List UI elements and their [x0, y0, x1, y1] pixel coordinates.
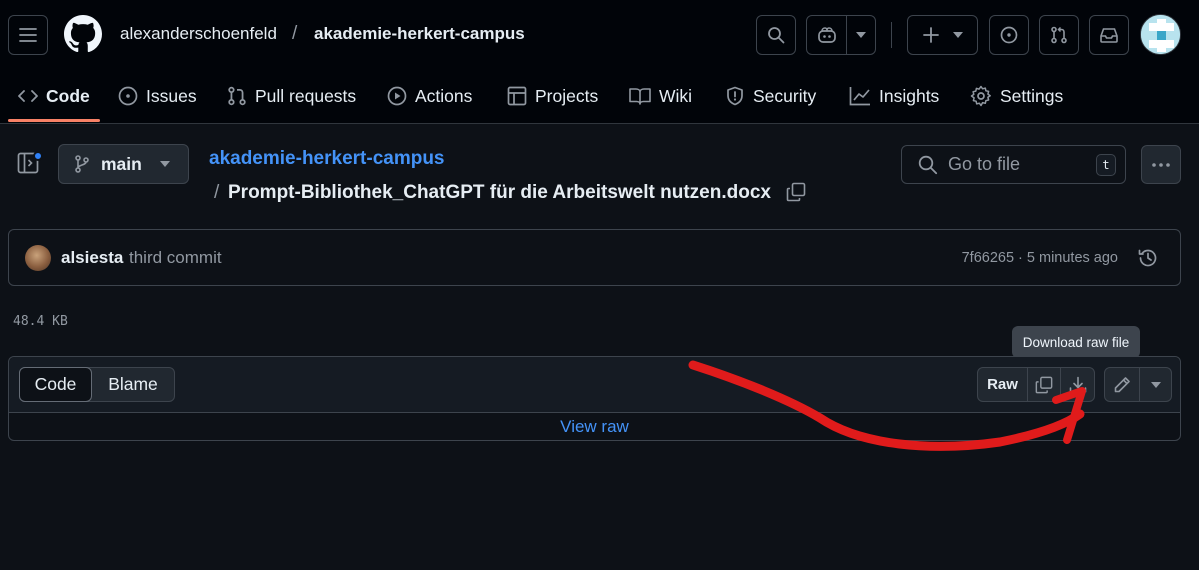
- pencil-icon: [1113, 376, 1131, 394]
- download-icon: [1069, 376, 1087, 394]
- git-pull-request-icon: [227, 86, 247, 106]
- commit-message-link[interactable]: third commit: [129, 248, 222, 268]
- raw-actions-group: Raw: [977, 367, 1095, 402]
- kebab-horizontal-icon: [1152, 162, 1170, 167]
- tab-code[interactable]: Code: [18, 70, 90, 122]
- git-pull-request-icon: [1050, 26, 1068, 44]
- tab-label: Actions: [415, 85, 473, 106]
- breadcrumb-separator: /: [292, 23, 298, 44]
- repo-name-link[interactable]: akademie-herkert-campus: [314, 24, 525, 44]
- download-raw-button[interactable]: [1061, 368, 1094, 401]
- file-name: Prompt-Bibliothek_ChatGPT für die Arbeit…: [228, 182, 771, 203]
- more-options-button[interactable]: [1141, 145, 1181, 184]
- edit-dropdown-button[interactable]: [1140, 368, 1171, 401]
- active-tab-indicator: [8, 119, 100, 122]
- file-viewer-toolbar: Code Blame Raw: [9, 357, 1180, 413]
- chevron-down-icon: [159, 161, 170, 167]
- table-icon: [507, 86, 527, 106]
- github-logo-icon[interactable]: [64, 15, 102, 53]
- search-button[interactable]: [756, 15, 796, 55]
- go-to-file-input[interactable]: [948, 154, 1088, 175]
- book-icon: [629, 87, 651, 105]
- commit-author-link[interactable]: alsiesta: [61, 248, 123, 268]
- branch-name: main: [101, 153, 142, 174]
- global-header: alexanderschoenfeld / akademie-herkert-c…: [0, 0, 1199, 124]
- chevron-down-icon: [1150, 381, 1161, 388]
- copy-icon: [1035, 376, 1053, 394]
- tab-issues[interactable]: Issues: [118, 70, 197, 122]
- file-viewer: Code Blame Raw View raw: [8, 356, 1181, 441]
- repo-owner-link[interactable]: alexanderschoenfeld: [120, 24, 277, 44]
- gear-icon: [970, 85, 992, 107]
- tab-actions[interactable]: Actions: [387, 70, 472, 122]
- raw-button[interactable]: Raw: [978, 368, 1028, 401]
- hamburger-icon: [19, 27, 37, 43]
- go-to-file-field[interactable]: t: [901, 145, 1126, 184]
- tab-wiki[interactable]: Wiki: [629, 70, 692, 122]
- tab-blame-view[interactable]: Blame: [92, 368, 174, 401]
- graph-icon: [849, 86, 871, 106]
- tab-label: Wiki: [659, 85, 693, 106]
- header-divider: [891, 22, 892, 48]
- user-avatar[interactable]: [1140, 14, 1181, 55]
- chevron-down-icon[interactable]: [847, 32, 875, 38]
- shield-icon: [725, 86, 745, 106]
- plus-icon: [922, 27, 939, 43]
- tab-security[interactable]: Security: [725, 70, 816, 122]
- breadcrumb-separator: /: [214, 182, 220, 203]
- inbox-icon: [1099, 26, 1119, 44]
- play-icon: [387, 86, 407, 106]
- issue-opened-icon: [118, 86, 138, 106]
- pull-requests-button[interactable]: [1039, 15, 1079, 55]
- tab-label: Security: [753, 85, 817, 106]
- chevron-down-icon: [952, 32, 963, 38]
- branch-selector-button[interactable]: main: [58, 144, 189, 184]
- git-branch-icon: [75, 155, 89, 173]
- code-blame-toggle: Code Blame: [19, 367, 175, 402]
- tab-label: Settings: [1000, 85, 1064, 106]
- tab-label: Code: [46, 85, 90, 106]
- edit-actions-group: [1104, 367, 1172, 402]
- copilot-icon[interactable]: [807, 16, 847, 54]
- file-size: 48.4 KB: [13, 314, 68, 329]
- keyboard-shortcut-hint: t: [1096, 154, 1116, 176]
- download-tooltip: Download raw file: [1012, 326, 1140, 358]
- author-avatar[interactable]: [25, 245, 51, 271]
- tab-settings[interactable]: Settings: [970, 70, 1063, 122]
- tab-label: Projects: [535, 85, 599, 106]
- tab-insights[interactable]: Insights: [849, 70, 939, 122]
- code-icon: [18, 88, 38, 104]
- search-icon: [918, 155, 938, 175]
- tab-label: Insights: [879, 85, 940, 106]
- tab-label: Issues: [146, 85, 197, 106]
- menu-button[interactable]: [8, 15, 48, 55]
- tab-pull-requests[interactable]: Pull requests: [227, 70, 356, 122]
- copy-raw-button[interactable]: [1028, 368, 1061, 401]
- history-icon[interactable]: [1137, 247, 1159, 269]
- copy-icon[interactable]: [786, 182, 806, 202]
- view-raw-link[interactable]: View raw: [9, 417, 1180, 437]
- repo-nav: Code Issues Pull requests Actions Projec…: [0, 70, 1199, 123]
- notification-dot: [33, 151, 43, 161]
- latest-commit-box: alsiesta third commit 7f66265 · 5 minute…: [8, 229, 1181, 286]
- edit-file-button[interactable]: [1105, 368, 1140, 401]
- tab-projects[interactable]: Projects: [507, 70, 598, 122]
- inbox-button[interactable]: [1089, 15, 1129, 55]
- copilot-button-group[interactable]: [806, 15, 876, 55]
- create-new-button[interactable]: [907, 15, 978, 55]
- issues-button[interactable]: [989, 15, 1029, 55]
- issue-opened-icon: [1000, 26, 1018, 44]
- commit-sha-and-time[interactable]: 7f66265 · 5 minutes ago: [962, 250, 1118, 266]
- search-icon: [767, 26, 785, 44]
- breadcrumb-repo-link[interactable]: akademie-herkert-campus: [209, 148, 445, 170]
- tab-code-view[interactable]: Code: [19, 367, 92, 402]
- tab-label: Pull requests: [255, 85, 357, 106]
